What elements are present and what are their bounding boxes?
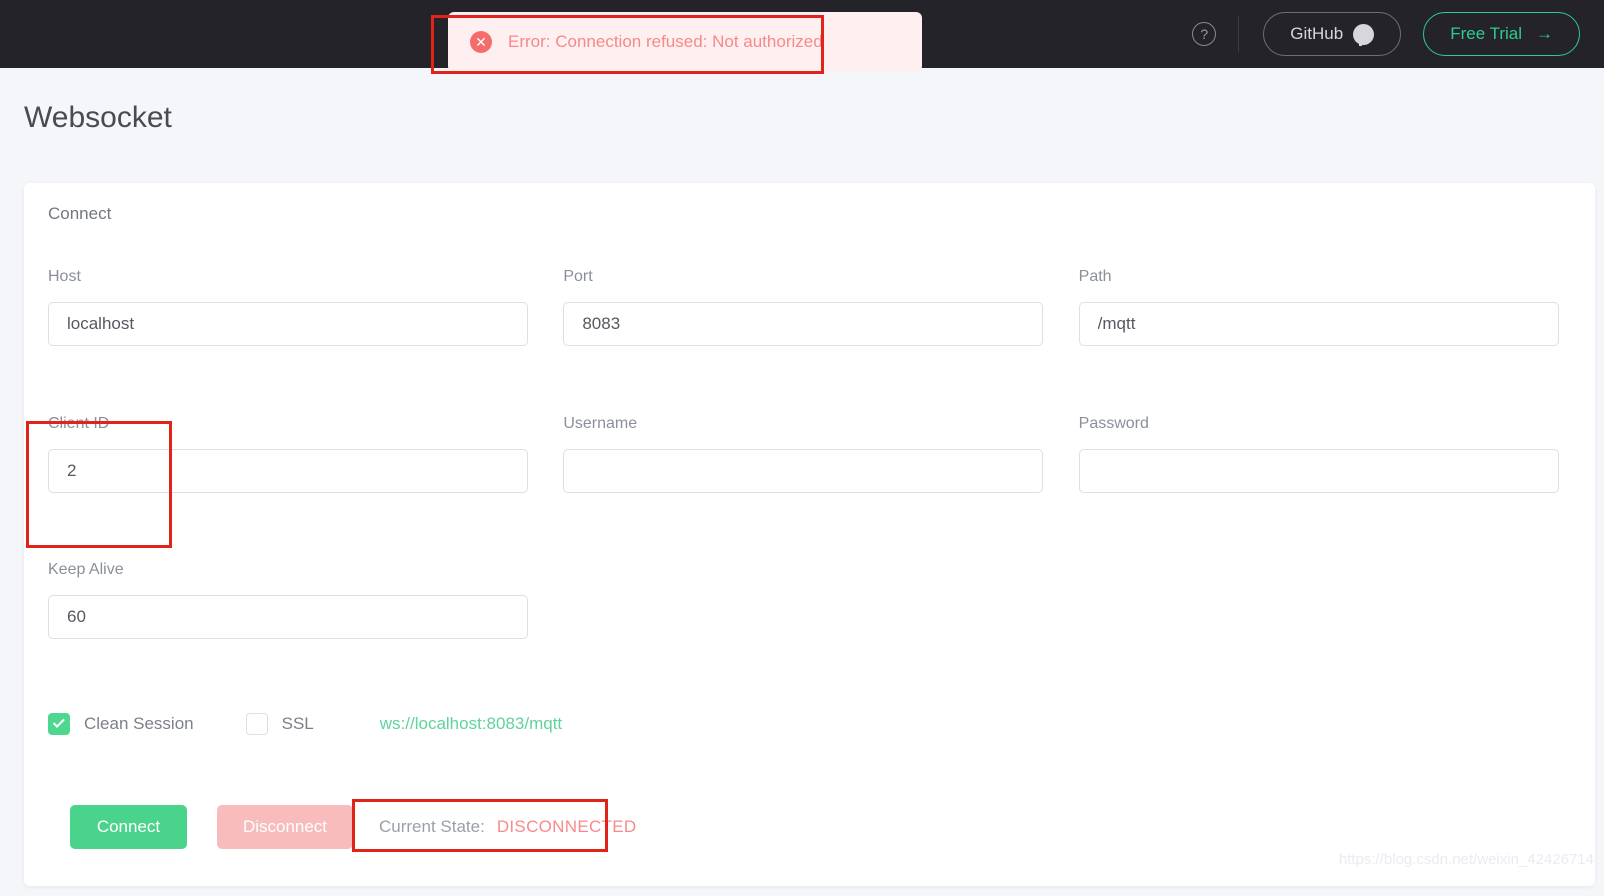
websocket-url-text: ws://localhost:8083/mqtt: [379, 714, 563, 733]
check-icon: [52, 715, 65, 728]
port-label: Port: [563, 268, 593, 285]
field-username: Username: [563, 415, 1044, 493]
ssl-checkbox[interactable]: [245, 713, 268, 735]
free-trial-label: Free Trial: [1450, 24, 1522, 43]
host-label: Host: [48, 268, 81, 285]
page-title: Websocket: [24, 101, 172, 134]
client-id-input[interactable]: [48, 449, 528, 493]
field-host: Host: [48, 268, 528, 346]
host-input[interactable]: [48, 302, 528, 346]
card-title: Connect: [48, 204, 112, 223]
current-state-label: Current State:: [379, 817, 485, 836]
error-toast[interactable]: ✕ Error: Connection refused: Not authori…: [448, 12, 922, 72]
form-row-connection: Host Port Path: [48, 268, 1570, 346]
disconnect-button[interactable]: Disconnect: [217, 805, 353, 849]
connect-button[interactable]: Connect: [70, 805, 187, 849]
help-icon[interactable]: ?: [1192, 22, 1217, 46]
app-root: ? GitHub Free Trial → ✕ Error: Connectio…: [0, 0, 1604, 896]
error-toast-message: Error: Connection refused: Not authorize…: [508, 32, 823, 51]
field-port: Port: [563, 268, 1044, 346]
keep-alive-label: Keep Alive: [48, 561, 124, 578]
free-trial-button[interactable]: Free Trial →: [1423, 12, 1580, 56]
field-password: Password: [1078, 415, 1559, 493]
github-button[interactable]: GitHub: [1263, 12, 1402, 56]
path-label: Path: [1078, 268, 1112, 285]
watermark-text: https://blog.csdn.net/weixin_42426714: [1338, 851, 1594, 868]
keep-alive-input[interactable]: [48, 595, 528, 639]
field-path: Path: [1078, 268, 1559, 346]
current-state-value: DISCONNECTED: [496, 817, 637, 836]
nav-actions: ? GitHub Free Trial →: [1192, 0, 1580, 68]
password-label: Password: [1078, 415, 1149, 432]
clean-session-label: Clean Session: [84, 714, 194, 733]
connect-card: Connect Host Port Path Client ID U: [24, 183, 1595, 886]
username-input[interactable]: [563, 449, 1044, 493]
error-circle-icon: ✕: [470, 31, 492, 53]
arrow-right-icon: →: [1536, 24, 1553, 43]
options-row: Clean Session SSL ws://localhost:8083/mq…: [48, 713, 562, 735]
field-keep-alive: Keep Alive: [48, 561, 528, 639]
current-state: Current State: DISCONNECTED: [379, 817, 636, 837]
github-mark-icon: [1353, 23, 1375, 46]
password-input[interactable]: [1078, 449, 1559, 493]
field-client-id: Client ID: [48, 415, 528, 493]
username-label: Username: [563, 415, 638, 432]
client-id-label: Client ID: [48, 415, 110, 432]
actions-row: Connect Disconnect Current State: DISCON…: [70, 805, 636, 849]
nav-divider: [1238, 16, 1240, 52]
form-row-keepalive: Keep Alive: [48, 561, 528, 639]
github-button-label: GitHub: [1290, 24, 1344, 43]
form-row-credentials: Client ID Username Password: [48, 415, 1570, 493]
port-input[interactable]: [563, 302, 1044, 346]
clean-session-checkbox[interactable]: [48, 713, 70, 735]
ssl-label: SSL: [281, 714, 314, 733]
path-input[interactable]: [1078, 302, 1559, 346]
